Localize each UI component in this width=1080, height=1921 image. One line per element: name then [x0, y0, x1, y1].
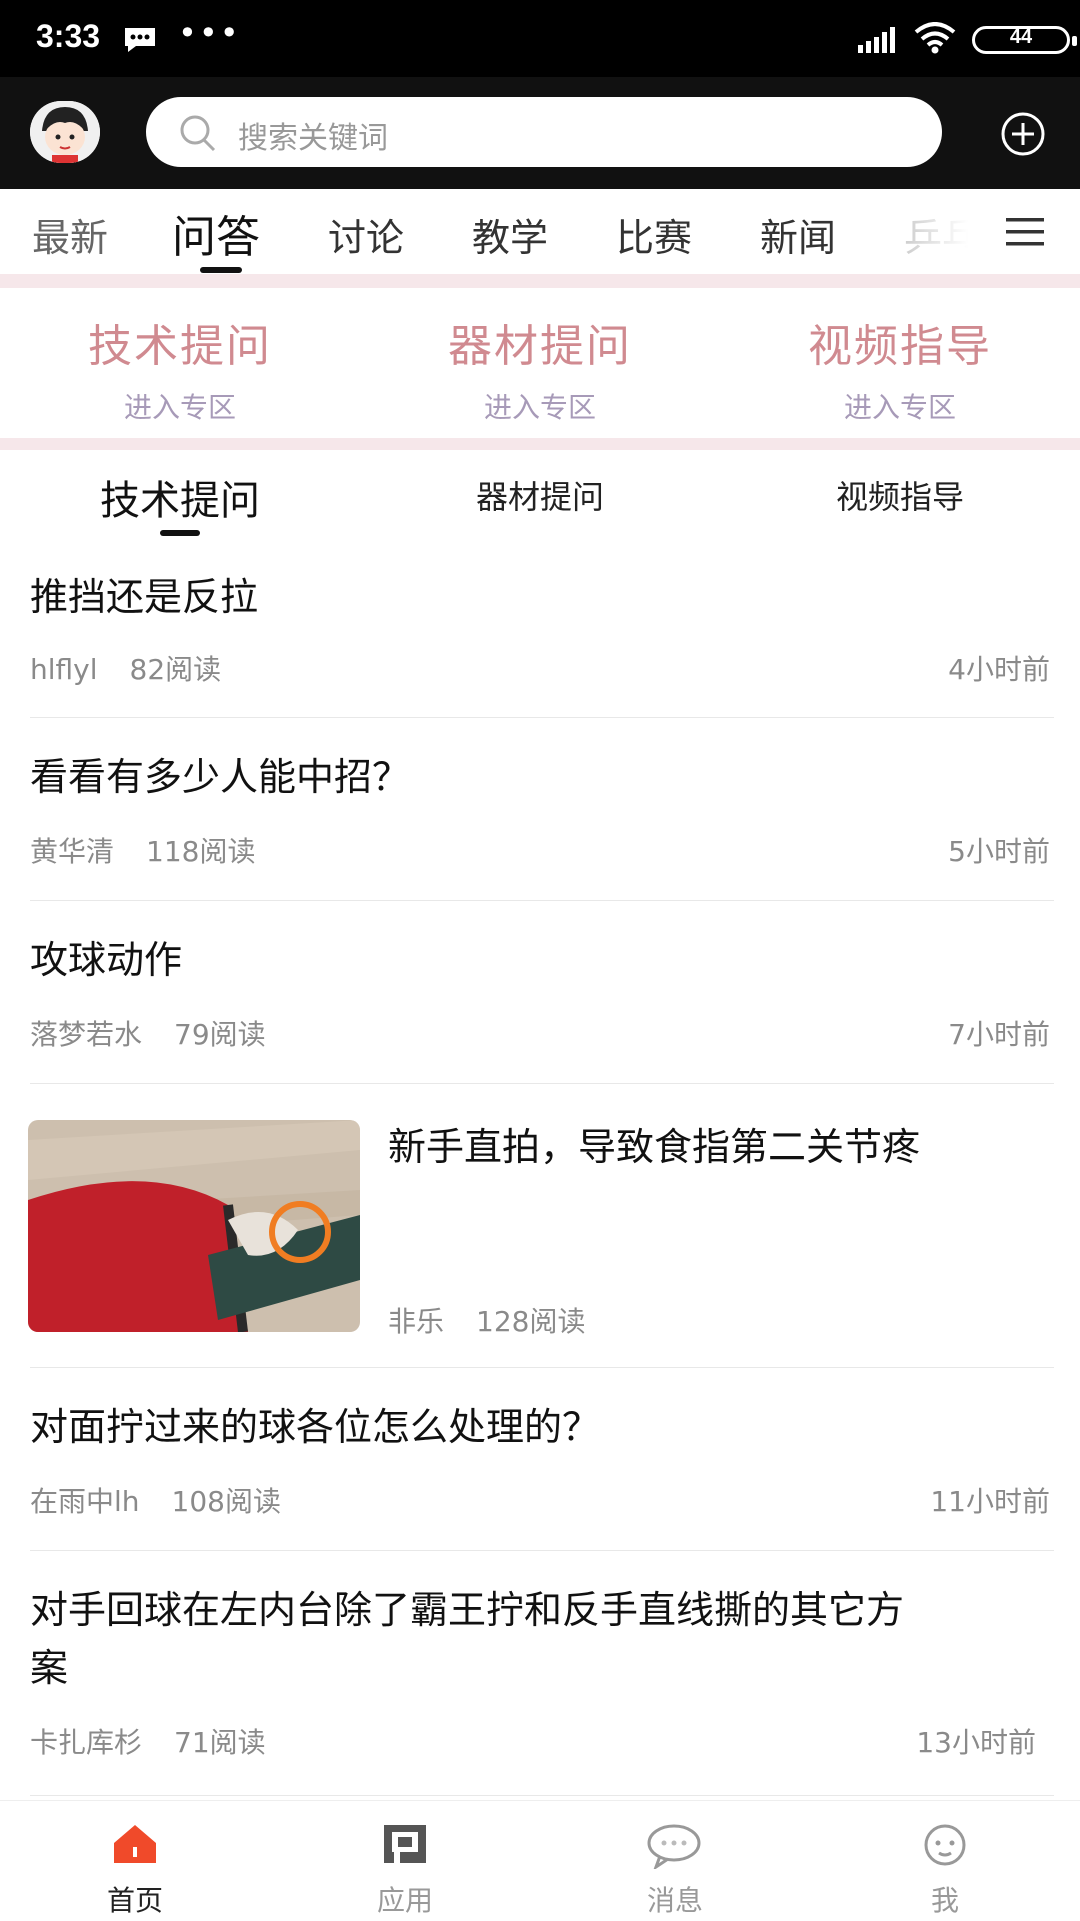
nav-messages[interactable]: 消息	[540, 1801, 810, 1921]
search-bar[interactable]: 搜索关键词	[146, 97, 942, 167]
message-notification-icon	[125, 28, 155, 52]
nav-label: 我	[930, 1884, 959, 1917]
subtab-video[interactable]: 视频指导	[720, 472, 1080, 518]
post-author: 在雨中lh	[30, 1485, 140, 1518]
top-bar: 搜索关键词	[0, 77, 1080, 189]
post-time: 13小时前	[916, 1726, 1036, 1759]
active-tab-indicator	[200, 267, 242, 273]
search-icon	[180, 115, 216, 152]
post-title: 对面拧过来的球各位怎么处理的？	[30, 1405, 601, 1449]
zone-equipment[interactable]: 器材提问 进入专区	[360, 288, 720, 426]
zone-subtitle: 进入专区	[843, 391, 956, 424]
post-meta: 落梦若水 79阅读	[30, 1013, 298, 1053]
active-subtab-indicator	[160, 530, 200, 536]
home-icon	[114, 1825, 156, 1863]
list-item[interactable]: 推挡还是反拉 hlflyl 82阅读 4小时前	[0, 550, 1080, 718]
post-title: 看看有多少人能中招？	[30, 755, 411, 799]
post-reads: 79阅读	[174, 1018, 266, 1051]
list-item[interactable]: 攻球动作 落梦若水 79阅读 7小时前	[0, 901, 1080, 1084]
post-reads: 128阅读	[476, 1305, 586, 1338]
signal-icon	[858, 27, 895, 53]
post-title: 新手直拍，导致食指第二关节疼	[388, 1125, 921, 1169]
message-icon	[647, 1824, 701, 1869]
list-item-with-image[interactable]: 新手直拍，导致食指第二关节疼 非乐 128阅读	[0, 1084, 1080, 1368]
add-post-icon[interactable]	[1000, 111, 1046, 157]
more-notifications-icon: •••	[178, 14, 241, 52]
zone-tech[interactable]: 技术提问 进入专区	[0, 288, 360, 426]
post-reads: 118阅读	[146, 835, 256, 868]
nav-label: 应用	[376, 1884, 433, 1917]
divider-band	[0, 274, 1080, 288]
divider	[30, 1795, 1054, 1796]
post-meta: 在雨中lh 108阅读	[30, 1480, 313, 1520]
subtab-equipment[interactable]: 器材提问	[360, 472, 720, 518]
apps-icon	[384, 1825, 426, 1863]
post-title-line2: 案	[30, 1646, 69, 1690]
zone-subtitle: 进入专区	[483, 391, 596, 424]
tab-latest[interactable]: 最新	[32, 207, 108, 262]
zone-title: 器材提问	[448, 321, 632, 372]
subtab-tech[interactable]: 技术提问	[0, 468, 360, 526]
post-meta: 黄华清 118阅读	[30, 830, 287, 870]
tab-news[interactable]: 新闻	[760, 207, 836, 262]
status-time: 3:33	[36, 18, 101, 54]
post-reads: 82阅读	[129, 653, 222, 686]
post-reads: 71阅读	[174, 1726, 266, 1759]
profile-icon	[924, 1824, 966, 1866]
list-item[interactable]: 对手回球在左内台除了霸王拧和反手直线撕的其它方 案 卡扎库杉 71阅读 13小时前	[0, 1551, 1080, 1796]
post-meta: 卡扎库杉 71阅读	[30, 1721, 298, 1761]
tab-qa[interactable]: 问答	[172, 201, 260, 265]
nav-apps[interactable]: 应用	[270, 1801, 540, 1921]
post-time: 5小时前	[948, 835, 1050, 868]
search-placeholder: 搜索关键词	[238, 121, 388, 156]
status-bar: 3:33 ••• 44	[0, 0, 1080, 77]
post-meta: 非乐 128阅读	[388, 1300, 617, 1340]
battery-level: 44	[1009, 26, 1033, 48]
nav-home[interactable]: 首页	[0, 1801, 270, 1921]
list-item[interactable]: 对面拧过来的球各位怎么处理的？ 在雨中lh 108阅读 11小时前	[0, 1368, 1080, 1551]
tab-match[interactable]: 比赛	[616, 207, 692, 262]
zone-subtitle: 进入专区	[123, 391, 236, 424]
menu-icon[interactable]	[1006, 217, 1044, 247]
battery-icon: 44	[972, 26, 1077, 54]
post-title: 对手回球在左内台除了霸王拧和反手直线撕的其它方	[30, 1588, 905, 1632]
post-title: 攻球动作	[30, 938, 183, 982]
avatar-image	[30, 101, 100, 163]
zone-title: 技术提问	[88, 321, 272, 372]
wifi-icon	[914, 22, 956, 54]
tab-fade	[880, 189, 990, 274]
zone-shortcuts: 技术提问 进入专区 器材提问 进入专区 视频指导 进入专区	[0, 288, 1080, 438]
divider-band	[0, 438, 1080, 450]
nav-label: 首页	[106, 1884, 163, 1917]
post-meta: hlflyl 82阅读	[30, 648, 253, 688]
zone-video[interactable]: 视频指导 进入专区	[720, 288, 1080, 426]
post-author: hlflyl	[30, 653, 98, 686]
nav-profile[interactable]: 我	[810, 1801, 1080, 1921]
tab-discussion[interactable]: 讨论	[328, 207, 404, 262]
post-author: 落梦若水	[30, 1018, 143, 1051]
list-item[interactable]: 看看有多少人能中招？ 黄华清 118阅读 5小时前	[0, 718, 1080, 901]
tab-teaching[interactable]: 教学	[472, 207, 548, 262]
category-nav: 最新 问答 讨论 教学 比赛 新闻 乒乓	[0, 189, 1080, 274]
post-thumbnail	[28, 1120, 360, 1332]
post-time: 4小时前	[948, 653, 1050, 686]
nav-label: 消息	[646, 1884, 703, 1917]
post-time: 7小时前	[948, 1018, 1050, 1051]
zone-title: 视频指导	[808, 321, 992, 372]
bottom-nav: 首页 应用 消息 我	[0, 1800, 1080, 1921]
post-author: 黄华清	[30, 835, 115, 868]
paddle-photo-image	[28, 1120, 360, 1332]
sub-tabs: 技术提问 器材提问 视频指导	[0, 450, 1080, 550]
post-time: 11小时前	[930, 1485, 1050, 1518]
post-reads: 108阅读	[171, 1485, 281, 1518]
post-title: 推挡还是反拉	[30, 575, 259, 619]
post-author: 非乐	[388, 1305, 445, 1338]
post-author: 卡扎库杉	[30, 1726, 143, 1759]
avatar[interactable]	[30, 101, 100, 163]
